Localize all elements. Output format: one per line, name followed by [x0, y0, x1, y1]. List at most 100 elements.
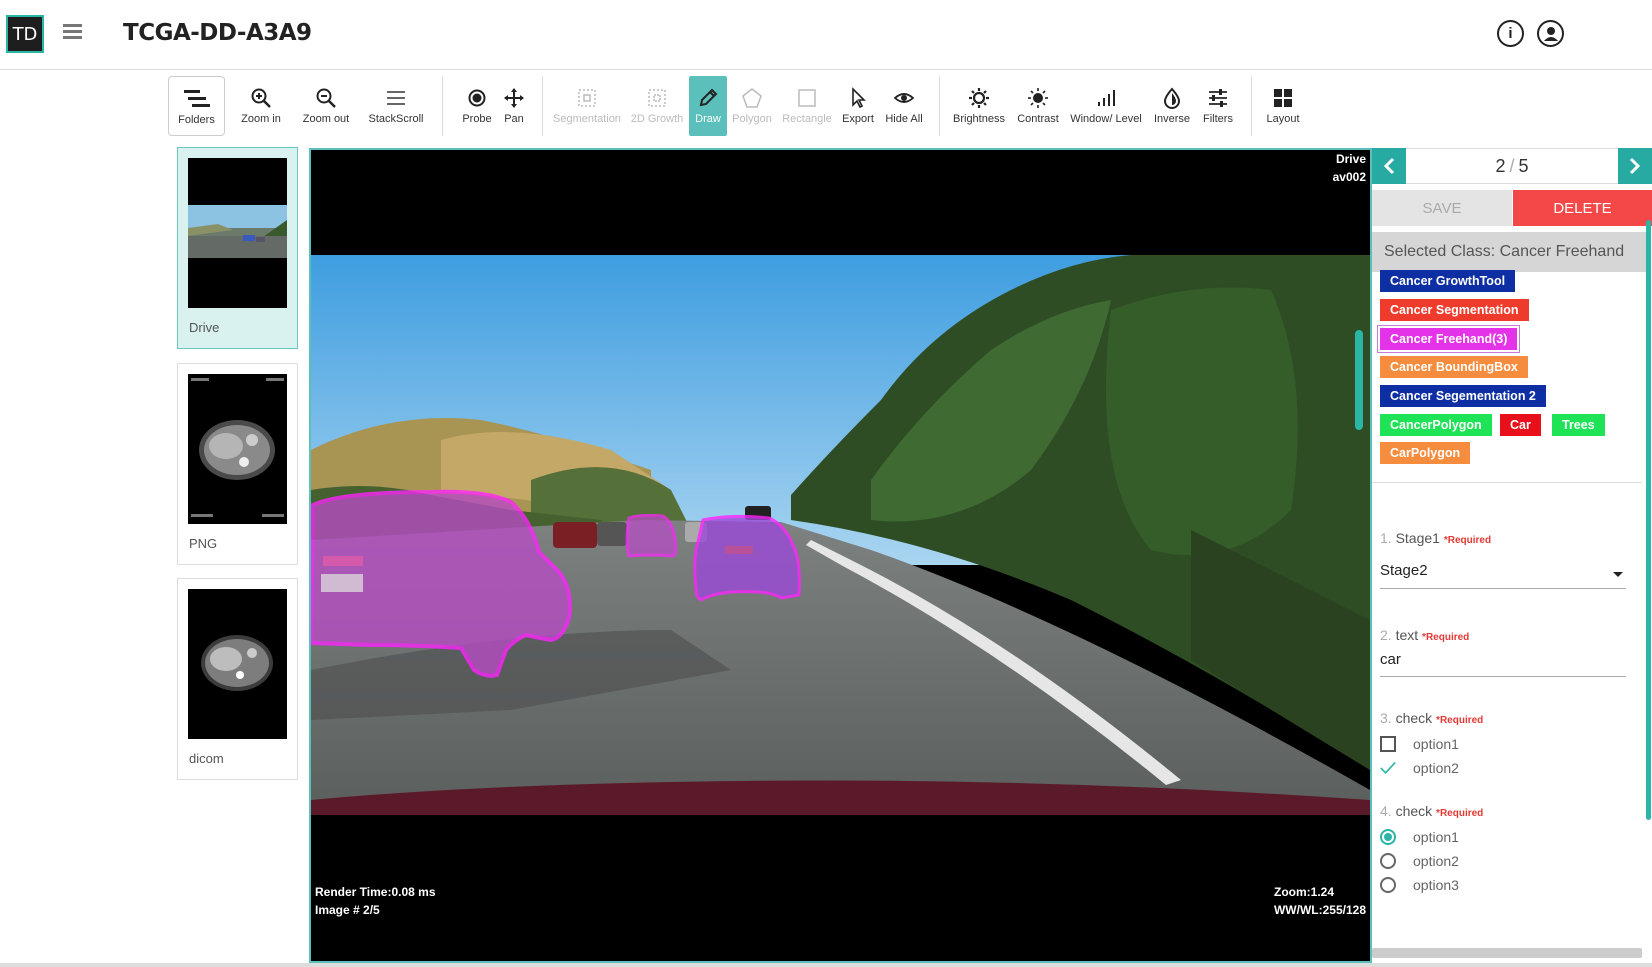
selected-class-header: Selected Class: Cancer Freehand	[1372, 232, 1646, 272]
radio-option1[interactable]: option1	[1380, 829, 1459, 845]
viewport-scrollbar[interactable]	[1355, 330, 1363, 430]
class-chip[interactable]: Cancer BoundingBox	[1380, 356, 1528, 378]
required-marker: *Required	[1436, 808, 1484, 819]
draw-label: Draw	[695, 113, 721, 125]
zoom-in-button[interactable]: Zoom in	[230, 76, 292, 136]
info-icon[interactable]: i	[1497, 20, 1524, 47]
draw-button[interactable]: Draw	[689, 76, 727, 136]
thumbnail-dicom[interactable]: dicom	[177, 578, 298, 780]
polygon-button[interactable]: Polygon	[729, 76, 775, 136]
thumbnail-label: Drive	[189, 320, 220, 335]
zoom-out-button[interactable]: Zoom out	[295, 76, 357, 136]
class-chip[interactable]: Car	[1500, 414, 1541, 436]
field-underline	[1380, 588, 1626, 589]
rectangle-button[interactable]: Rectangle	[779, 76, 835, 136]
window-level-button[interactable]: Window/ Level	[1065, 76, 1147, 136]
layout-button[interactable]: Layout	[1261, 76, 1305, 136]
segmentation-button[interactable]: Segmentation	[549, 76, 625, 136]
text-input[interactable]: car	[1380, 651, 1401, 668]
probe-icon	[466, 85, 488, 111]
thumbnail-drive[interactable]: Drive	[177, 147, 298, 349]
page-title: TCGA-DD-A3A9	[123, 20, 312, 46]
contrast-label: Contrast	[1017, 113, 1059, 125]
top-header: TD TCGA-DD-A3A9 i	[0, 0, 1652, 70]
2d-growth-button[interactable]: 2D Growth	[627, 76, 687, 136]
stackscroll-button[interactable]: StackScroll	[362, 76, 430, 136]
next-image-button[interactable]	[1618, 148, 1652, 184]
image-counter: 2 / 5	[1406, 148, 1618, 184]
option-label: option1	[1413, 829, 1459, 845]
probe-label: Probe	[462, 113, 492, 125]
checkbox-unchecked-icon	[1380, 736, 1396, 752]
class-chip[interactable]: Cancer Segementation 2	[1380, 385, 1546, 407]
thumbnail-image	[188, 374, 287, 524]
contrast-icon	[1027, 85, 1049, 111]
inverse-button[interactable]: Inverse	[1149, 76, 1195, 136]
save-button[interactable]: SAVE	[1372, 190, 1512, 226]
panel-scrollbar-horizontal[interactable]	[1372, 948, 1642, 958]
class-chip[interactable]: Cancer GrowthTool	[1380, 270, 1516, 292]
2d-growth-label: 2D Growth	[630, 113, 684, 125]
app-logo[interactable]: TD	[6, 15, 44, 53]
question-text: text	[1395, 627, 1419, 643]
probe-button[interactable]: Probe	[457, 76, 497, 136]
radio-option2[interactable]: option2	[1380, 853, 1459, 869]
viewport-study-id: av002	[1332, 170, 1366, 184]
radio-unselected-icon	[1380, 853, 1396, 869]
invert-drop-icon	[1161, 85, 1183, 111]
filters-button[interactable]: Filters	[1197, 76, 1239, 136]
zoom-in-label: Zoom in	[241, 113, 281, 125]
checkmark-icon	[1380, 760, 1396, 776]
signal-bars-icon	[1095, 85, 1117, 111]
class-chip[interactable]: Cancer Segmentation	[1380, 299, 1529, 321]
brightness-button[interactable]: Brightness	[949, 76, 1009, 136]
stackscroll-icon	[385, 85, 407, 111]
radio-option3[interactable]: option3	[1380, 877, 1459, 893]
stage-select[interactable]: Stage2	[1380, 562, 1428, 579]
checkbox-option1[interactable]: option1	[1380, 736, 1459, 752]
sliders-icon	[1207, 85, 1229, 111]
checkbox-option2[interactable]: option2	[1380, 760, 1459, 776]
thumbnail-label: dicom	[189, 751, 224, 766]
image-viewport[interactable]: Drive av002 Render Time:0.08 ms Image # …	[309, 148, 1372, 963]
hide-all-label: Hide All	[885, 113, 923, 125]
prev-image-button[interactable]	[1372, 148, 1406, 184]
class-chip[interactable]: CancerPolygon	[1380, 414, 1492, 436]
question-number: 3.	[1380, 710, 1392, 726]
class-chip[interactable]: CarPolygon	[1380, 442, 1471, 464]
filters-label: Filters	[1203, 113, 1233, 125]
hamburger-menu-icon[interactable]	[63, 24, 82, 40]
zoom-out-label: Zoom out	[302, 113, 350, 125]
page-scrollbar-horizontal[interactable]	[0, 963, 1652, 967]
wwwl-text: WW/WL:255/128	[1273, 903, 1366, 917]
class-chip[interactable]: Trees	[1552, 414, 1605, 436]
thumbnail-png[interactable]: PNG	[177, 363, 298, 565]
pan-button[interactable]: Pan	[495, 76, 533, 136]
export-button[interactable]: Export	[837, 76, 879, 136]
delete-button[interactable]: DELETE	[1513, 190, 1652, 226]
export-label: Export	[842, 113, 874, 125]
dropdown-arrow-icon[interactable]	[1612, 571, 1624, 579]
field-underline	[1380, 676, 1626, 677]
option-label: option2	[1413, 853, 1459, 869]
grid-icon	[1272, 85, 1294, 111]
folders-button[interactable]: Folders	[168, 76, 225, 136]
contrast-button[interactable]: Contrast	[1013, 76, 1063, 136]
stackscroll-label: StackScroll	[368, 113, 424, 125]
folders-icon	[182, 86, 212, 112]
segmentation-icon	[576, 85, 598, 111]
hide-all-button[interactable]: Hide All	[881, 76, 927, 136]
thumbnail-image	[188, 589, 287, 739]
chevron-right-icon	[1629, 157, 1641, 175]
toolbar-divider	[542, 76, 543, 136]
viewport-bottom-left-overlay: Render Time:0.08 ms Image # 2/5	[315, 883, 436, 919]
panel-scrollbar-vertical[interactable]	[1646, 220, 1651, 820]
thumbnail-image	[188, 158, 287, 308]
option-label: option1	[1413, 736, 1459, 752]
toolbar: Folders Zoom in Zoom out StackScroll Pro…	[168, 76, 1367, 136]
image-navigator: 2 / 5	[1372, 148, 1652, 184]
required-marker: *Required	[1443, 535, 1492, 546]
annotation-panel: 2 / 5 SAVE DELETE Selected Class: Cancer…	[1372, 148, 1652, 967]
user-icon[interactable]	[1537, 20, 1564, 47]
class-chip-selected[interactable]: Cancer Freehand(3)	[1377, 326, 1520, 352]
